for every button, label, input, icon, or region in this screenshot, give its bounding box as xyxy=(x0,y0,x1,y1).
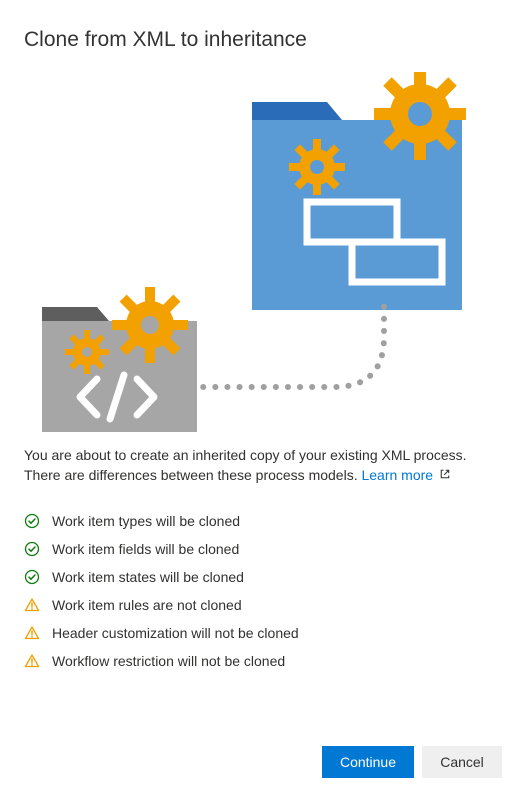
cancel-button[interactable]: Cancel xyxy=(422,746,502,778)
dialog-description: You are about to create an inherited cop… xyxy=(24,446,498,485)
item-text: Work item fields will be cloned xyxy=(52,541,239,557)
list-item: Work item fields will be cloned xyxy=(24,535,498,563)
warning-icon xyxy=(24,625,40,641)
warning-icon xyxy=(24,653,40,669)
continue-button[interactable]: Continue xyxy=(322,746,414,778)
list-item: Work item rules are not cloned xyxy=(24,591,498,619)
item-text: Work item rules are not cloned xyxy=(52,597,242,613)
item-text: Work item types will be cloned xyxy=(52,513,240,529)
dialog-footer: Continue Cancel xyxy=(322,746,502,778)
check-circle-icon xyxy=(24,513,40,529)
list-item: Work item types will be cloned xyxy=(24,507,498,535)
item-text: Work item states will be cloned xyxy=(52,569,244,585)
clone-items-list: Work item types will be cloned Work item… xyxy=(24,507,498,675)
dialog-title: Clone from XML to inheritance xyxy=(24,28,498,52)
check-circle-icon xyxy=(24,569,40,585)
item-text: Header customization will not be cloned xyxy=(52,625,299,641)
external-link-icon xyxy=(439,469,451,483)
check-circle-icon xyxy=(24,541,40,557)
list-item: Workflow restriction will not be cloned xyxy=(24,647,498,675)
clone-illustration xyxy=(24,72,498,432)
learn-more-link[interactable]: Learn more xyxy=(361,467,433,483)
warning-icon xyxy=(24,597,40,613)
list-item: Header customization will not be cloned xyxy=(24,619,498,647)
list-item: Work item states will be cloned xyxy=(24,563,498,591)
item-text: Workflow restriction will not be cloned xyxy=(52,653,285,669)
illustration-svg xyxy=(24,72,498,432)
